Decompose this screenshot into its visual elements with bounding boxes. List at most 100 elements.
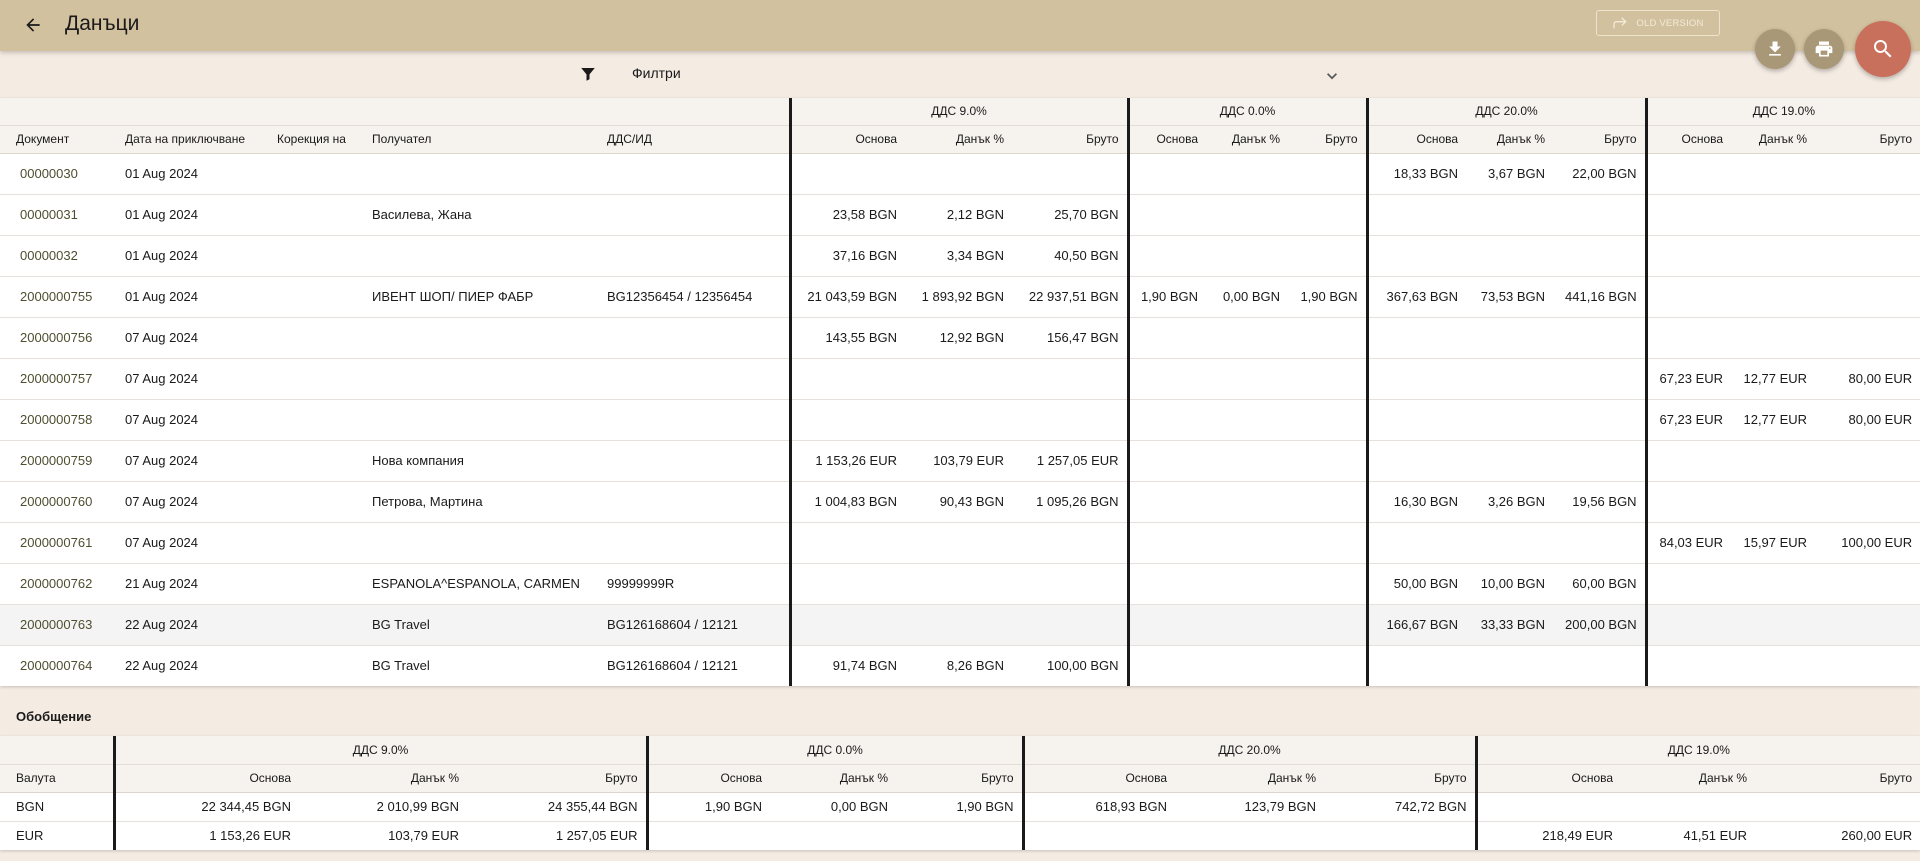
col-header-recipient[interactable]: Получател [364,125,599,154]
filter-expand-button[interactable] [1322,66,1342,89]
close-date-cell: 07 Aug 2024 [117,317,269,359]
vat9-tax-cell: 3,34 BGN [905,235,1013,277]
table-row[interactable]: 2000000763 22 Aug 2024 BG Travel BG12616860… [0,604,1920,646]
document-link[interactable]: 2000000759 [0,440,117,482]
vat19-tax-cell [1731,317,1816,359]
recipient-cell: ESPANOLA^ESPANOLA, CARMEN [364,563,599,605]
vat20-base-cell [1365,440,1467,482]
vat9-tax-cell: 103,79 EUR [905,440,1013,482]
vat9-base-cell [788,604,906,646]
recipient-cell: ИВЕНТ ШОП/ ПИЕР ФАБР [364,276,599,318]
col-header-document[interactable]: Документ [0,125,117,154]
col-header-currency: Валута [0,764,114,793]
col-header-tax: Данък % [1621,764,1756,793]
document-link[interactable]: 00000030 [0,153,117,195]
vat0-gross-cell [1288,440,1368,482]
table-row[interactable]: 2000000764 22 Aug 2024 BG Travel BG12616860… [0,645,1920,686]
document-link[interactable]: 00000032 [0,235,117,277]
summary-vat20-gross-cell [1324,821,1476,850]
col-header-correction[interactable]: Корекция на [269,125,364,154]
vat9-base-cell: 23,58 BGN [788,194,906,236]
document-link[interactable]: 2000000760 [0,481,117,523]
correction-cell [269,153,364,195]
table-row[interactable]: 00000030 01 Aug 2024 18,33 BGN 3,67 BGN 22,0… [0,153,1920,195]
vat-id-cell [599,194,791,236]
table-row[interactable]: 2000000755 01 Aug 2024 ИВЕНТ ШОП/ ПИЕР ФАБ… [0,276,1920,318]
vat0-base-cell [1126,399,1207,441]
document-link[interactable]: 2000000764 [0,645,117,686]
document-link[interactable]: 2000000755 [0,276,117,318]
vat0-tax-cell [1206,604,1289,646]
vat-id-cell: BG12356454 / 12356454 [599,276,791,318]
vat20-gross-cell [1553,645,1646,686]
correction-cell [269,522,364,564]
back-button[interactable] [18,10,48,40]
table-row[interactable]: 2000000758 07 Aug 2024 67,23 EUR 12,77 EUR 8… [0,399,1920,441]
document-link[interactable]: 2000000756 [0,317,117,359]
col-header-vat-id[interactable]: ДДС/ИД [599,125,791,154]
vat9-tax-cell: 90,43 BGN [905,481,1013,523]
vat9-tax-cell [905,399,1013,441]
vat20-gross-cell [1553,194,1647,236]
document-link[interactable]: 2000000757 [0,358,117,400]
filter-label[interactable]: Филтри [632,65,681,81]
table-row[interactable]: 00000032 01 Aug 2024 37,16 BGN 3,34 BGN 40,5… [0,235,1920,277]
back-arrow-icon [26,18,40,32]
vat9-base-cell: 37,16 BGN [788,235,906,277]
currency-cell: EUR [16,828,44,844]
vat19-base-cell: 67,23 EUR [1644,358,1732,400]
vat0-tax-cell: 0,00 BGN [1206,276,1289,318]
vat20-tax-cell: 33,33 BGN [1466,604,1554,646]
vat9-tax-cell [905,358,1013,400]
vat9-tax-cell: 1 893,92 BGN [905,276,1013,318]
vat19-base-cell [1644,235,1732,277]
document-link[interactable]: 2000000763 [0,604,117,646]
document-link[interactable]: 2000000762 [0,563,117,605]
recipient-cell: BG Travel [364,604,599,646]
vat19-gross-cell [1815,194,1920,236]
table-row[interactable]: 2000000757 07 Aug 2024 67,23 EUR 12,77 EUR 8… [0,358,1920,400]
vat19-base-cell [1644,276,1732,318]
summary-vat0-gross-cell [896,821,1023,850]
print-button[interactable] [1804,29,1844,69]
table-row[interactable]: 2000000762 21 Aug 2024 ESPANOLA^ESPANOLA, … [0,563,1920,605]
table-row[interactable]: 2000000756 07 Aug 2024 143,55 BGN 12,92 BGN… [0,317,1920,359]
vat20-gross-cell [1553,522,1647,564]
vat19-tax-cell: 15,97 EUR [1731,522,1816,564]
table-row[interactable]: 2000000760 07 Aug 2024 Петрова, Мартина 1 0… [0,481,1920,523]
recipient-cell [364,399,599,441]
col-header-tax: Данък % [770,764,897,793]
vat19-tax-cell [1731,235,1816,277]
vat19-gross-cell [1815,153,1920,195]
correction-cell [269,194,364,236]
search-button[interactable] [1855,21,1911,77]
vat0-gross-cell [1288,235,1368,277]
col-header-tax: Данък % [1175,764,1325,793]
document-link[interactable]: 2000000758 [0,399,117,441]
col-header-base: Основа [1021,764,1176,793]
recipient-cell: Василева, Жана [364,194,599,236]
vat0-base-cell [1126,194,1207,236]
table-row[interactable]: 2000000761 07 Aug 2024 84,03 EUR 15,97 EUR 1… [0,522,1920,564]
close-date-cell: 01 Aug 2024 [117,153,269,195]
col-header-close-date[interactable]: Дата на приключване [117,125,269,154]
vat19-base-cell: 67,23 EUR [1644,399,1732,441]
document-link[interactable]: 00000031 [0,194,117,236]
old-version-button[interactable]: OLD VERSION [1596,10,1720,36]
vat-id-cell: 99999999R [599,563,791,605]
table-row[interactable]: 2000000759 07 Aug 2024 Нова компания 1 153,… [0,440,1920,482]
table-row[interactable]: 00000031 01 Aug 2024 Василева, Жана 23,58 B… [0,194,1920,236]
vat0-gross-cell [1288,358,1368,400]
filter-toggle[interactable] [579,65,597,86]
vat19-tax-cell [1731,563,1816,605]
vat9-tax-cell: 12,92 BGN [905,317,1013,359]
document-link[interactable]: 2000000761 [0,522,117,564]
download-button[interactable] [1755,29,1795,69]
vat19-tax-cell: 12,77 EUR [1731,399,1816,441]
vat20-base-cell [1365,235,1467,277]
vat9-base-cell [788,399,906,441]
col-header-gross: Бруто [1815,125,1920,154]
vat9-gross-cell [1012,604,1129,646]
vat9-base-cell [788,358,906,400]
vat9-gross-cell: 22 937,51 BGN [1012,276,1129,318]
